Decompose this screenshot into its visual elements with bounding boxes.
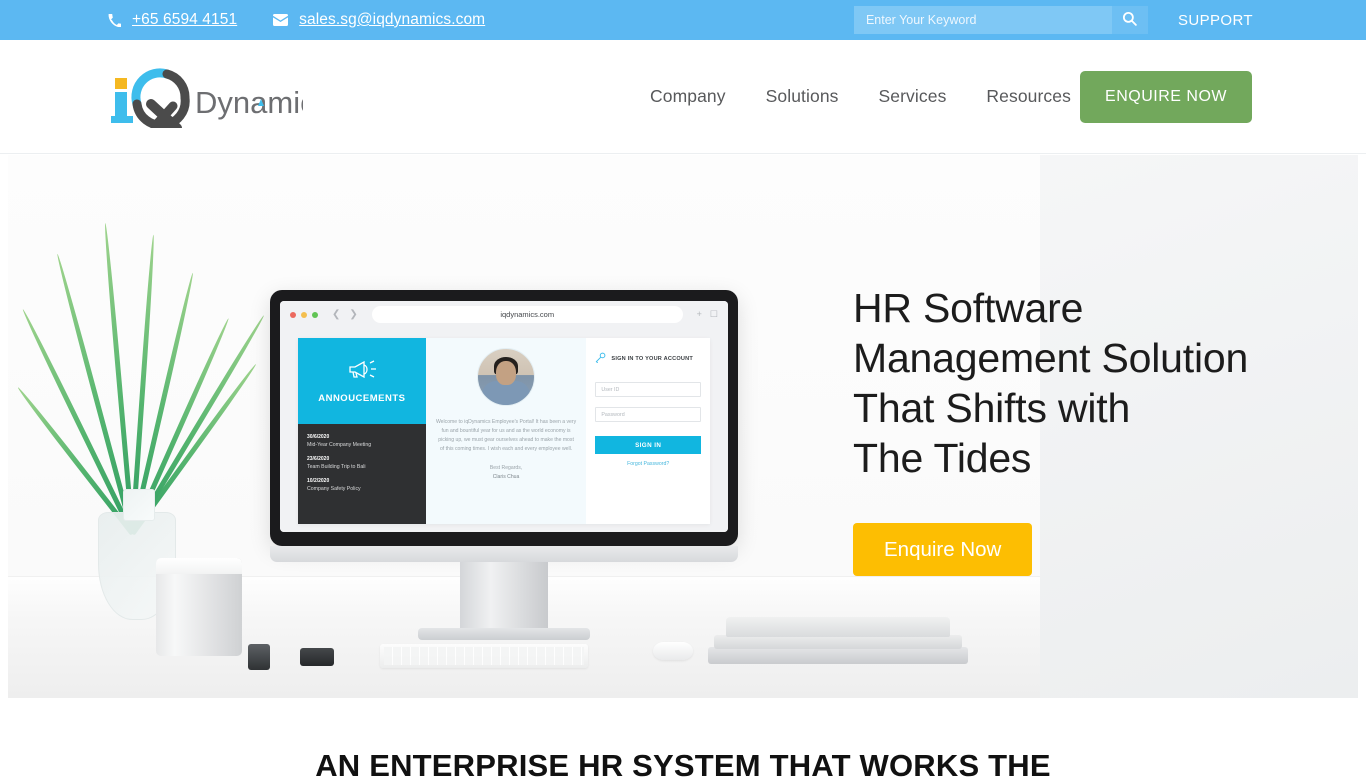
window-control-dots xyxy=(290,311,318,318)
hero-banner: ❮ ❯ iqdynamics.com + ☐ ANNOUCEMENTS 30/6… xyxy=(8,155,1358,698)
password-field[interactable]: Password xyxy=(595,407,701,422)
topbar-contact-group: +65 6594 4151 sales.sg@iqdynamics.com xyxy=(108,11,485,29)
url-text: iqdynamics.com xyxy=(500,310,555,319)
stacked-laptops xyxy=(708,614,968,664)
announcements-header: ANNOUCEMENTS xyxy=(298,338,426,424)
keyboard xyxy=(380,644,588,668)
logo[interactable]: Dynamics xyxy=(111,62,303,132)
search-button[interactable] xyxy=(1111,6,1148,34)
phone-link[interactable]: +65 6594 4151 xyxy=(108,11,237,29)
hero-title-line-1: HR Software Management Solution That Shi… xyxy=(853,285,1249,431)
nav-item-solutions[interactable]: Solutions xyxy=(746,86,859,107)
hero-copy: HR Software Management Solution That Shi… xyxy=(853,283,1323,576)
signin-title: SIGN IN TO YOUR ACCOUNT xyxy=(611,356,693,362)
main-navigation: Company Solutions Services Resources xyxy=(630,86,1091,107)
announcement-item[interactable]: 10/2/2020 Company Safety Policy xyxy=(307,478,417,492)
regards-name: Claris Chua xyxy=(492,473,520,480)
announcement-item[interactable]: 23/6/2020 Team Building Trip to Bali xyxy=(307,456,417,470)
tabs-icon: ☐ xyxy=(709,309,718,319)
welcome-panel: Welcome to iqDynamics Employee's Portal!… xyxy=(425,338,587,524)
monitor-chin xyxy=(270,546,738,562)
email-link[interactable]: sales.sg@iqdynamics.com xyxy=(273,11,485,29)
welcome-message: Welcome to iqDynamics Employee's Portal!… xyxy=(435,419,577,452)
monitor-stand-base xyxy=(418,628,590,640)
avatar xyxy=(477,348,536,406)
mouse xyxy=(653,642,693,660)
desk-clip xyxy=(248,644,270,670)
regards-label: Best Regards, xyxy=(489,464,523,471)
enquire-now-header-button[interactable]: ENQUIRE NOW xyxy=(1080,70,1252,123)
signin-button[interactable]: SIGN IN xyxy=(595,436,701,454)
support-link[interactable]: SUPPORT xyxy=(1178,12,1253,29)
userid-field[interactable]: User ID xyxy=(595,382,701,397)
announcement-item[interactable]: 30/6/2020 Mid-Year Company Meeting xyxy=(307,434,417,448)
search-input[interactable] xyxy=(853,6,1112,34)
site-header: Dynamics Company Solutions Services Reso… xyxy=(0,40,1366,154)
announcement-title: Mid-Year Company Meeting xyxy=(307,441,372,448)
url-bar[interactable]: iqdynamics.com xyxy=(371,306,683,323)
hero-title: HR Software Management Solution That Shi… xyxy=(853,283,1323,483)
forgot-password-link[interactable]: Forgot Password? xyxy=(595,461,701,467)
mobile-phone xyxy=(300,648,334,666)
announcement-date: 10/2/2020 xyxy=(307,477,330,484)
forward-icon: ❯ xyxy=(349,309,358,320)
top-utility-bar: +65 6594 4151 sales.sg@iqdynamics.com En… xyxy=(0,0,1366,40)
back-icon: ❮ xyxy=(332,309,341,320)
topbar-right-group: SUPPORT xyxy=(853,6,1366,34)
announcement-date: 23/6/2020 xyxy=(307,455,330,462)
new-tab-icon: + xyxy=(696,309,702,319)
monitor-stand xyxy=(460,562,548,628)
search-icon xyxy=(1122,11,1138,29)
browser-toolbar: ❮ ❯ iqdynamics.com + ☐ xyxy=(280,301,728,328)
smart-speaker xyxy=(156,558,242,656)
announcement-date: 30/6/2020 xyxy=(307,433,330,440)
announcements-panel: ANNOUCEMENTS 30/6/2020 Mid-Year Company … xyxy=(298,338,426,524)
envelope-icon xyxy=(273,14,289,26)
nav-item-resources[interactable]: Resources xyxy=(966,86,1091,107)
browser-window: ❮ ❯ iqdynamics.com + ☐ ANNOUCEMENTS 30/6… xyxy=(280,301,728,532)
phone-number: +65 6594 4151 xyxy=(132,11,238,28)
nav-item-company[interactable]: Company xyxy=(630,86,746,107)
signin-header: SIGN IN TO YOUR ACCOUNT xyxy=(595,350,701,368)
browser-nav-arrows: ❮ ❯ xyxy=(332,309,358,320)
welcome-signature: Best Regards, Claris Chua xyxy=(490,464,522,482)
iq-dynamics-logo-icon: Dynamics xyxy=(111,66,303,128)
phone-icon xyxy=(108,13,121,27)
email-address: sales.sg@iqdynamics.com xyxy=(299,11,486,28)
announcement-title: Company Safety Policy xyxy=(307,485,361,492)
megaphone-icon xyxy=(347,358,377,385)
search-form xyxy=(853,6,1148,34)
section-heading: AN ENTERPRISE HR SYSTEM THAT WORKS THE xyxy=(315,748,1051,783)
announcements-list: 30/6/2020 Mid-Year Company Meeting 23/6/… xyxy=(298,423,426,524)
signin-panel: SIGN IN TO YOUR ACCOUNT User ID Password… xyxy=(586,338,710,524)
svg-text:Dynamics: Dynamics xyxy=(195,85,303,120)
desktop-monitor: ❮ ❯ iqdynamics.com + ☐ ANNOUCEMENTS 30/6… xyxy=(270,290,750,698)
announcement-title: Team Building Trip to Bali xyxy=(307,463,366,470)
hero-title-line-2: The Tides xyxy=(853,435,1032,481)
browser-extra-icons: + ☐ xyxy=(697,309,718,320)
announcements-title: ANNOUCEMENTS xyxy=(318,392,406,404)
key-icon xyxy=(595,350,606,368)
nav-item-services[interactable]: Services xyxy=(859,86,967,107)
enquire-now-hero-button[interactable]: Enquire Now xyxy=(853,523,1033,576)
portal-page: ANNOUCEMENTS 30/6/2020 Mid-Year Company … xyxy=(280,328,728,532)
